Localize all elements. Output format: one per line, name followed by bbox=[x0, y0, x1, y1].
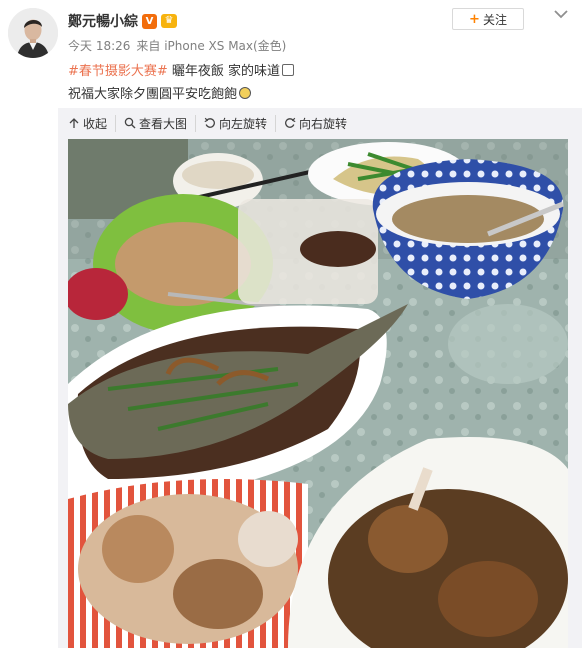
rotate-right-label: 向右旋转 bbox=[299, 116, 348, 131]
post-text-line-1: 曬年夜飯 家的味道 bbox=[167, 64, 281, 79]
post-body: #春节摄影大赛# 曬年夜飯 家的味道 祝福大家除夕團圓平安吃飽飽 bbox=[68, 60, 295, 106]
rotate-right-icon bbox=[285, 117, 296, 128]
post-photo[interactable] bbox=[68, 139, 568, 648]
post-text-line-2: 祝福大家除夕團圓平安吃飽飽 bbox=[68, 87, 238, 102]
emoji-icon bbox=[282, 64, 295, 76]
username[interactable]: 鄭元暢小綜 bbox=[68, 11, 138, 31]
rotate-left-icon bbox=[204, 117, 215, 128]
collapse-label: 收起 bbox=[83, 116, 108, 131]
rotate-left-label: 向左旋转 bbox=[219, 116, 268, 131]
avatar[interactable] bbox=[8, 8, 58, 58]
username-row: 鄭元暢小綜 V ♛ bbox=[68, 11, 177, 31]
post-source: 来自 iPhone XS Max(金色) bbox=[136, 39, 287, 53]
weibo-post: 鄭元暢小綜 V ♛ 今天 18:26 来自 iPhone XS Max(金色) … bbox=[0, 0, 582, 648]
view-large-label: 查看大图 bbox=[139, 116, 188, 131]
emoji-face-icon bbox=[239, 87, 252, 99]
follow-label: 关注 bbox=[482, 12, 507, 27]
image-toolbar: 收起 查看大图 向左旋转 向右旋转 bbox=[68, 114, 363, 132]
dinner-photo-image bbox=[68, 139, 568, 648]
post-time[interactable]: 今天 18:26 bbox=[68, 37, 130, 54]
hashtag-link[interactable]: #春节摄影大赛# bbox=[68, 64, 168, 79]
post-meta: 今天 18:26 来自 iPhone XS Max(金色) bbox=[68, 37, 286, 54]
member-crown-icon: ♛ bbox=[161, 14, 177, 28]
post-line-1: #春节摄影大赛# 曬年夜飯 家的味道 bbox=[68, 60, 295, 83]
vip-badge-icon: V bbox=[142, 13, 157, 29]
arrow-up-icon bbox=[69, 118, 79, 128]
view-large-button[interactable]: 查看大图 bbox=[124, 114, 197, 132]
rotate-left-button[interactable]: 向左旋转 bbox=[204, 114, 277, 132]
rotate-right-button[interactable]: 向右旋转 bbox=[284, 115, 355, 132]
post-line-2: 祝福大家除夕團圓平安吃飽飽 bbox=[68, 83, 294, 106]
plus-icon: + bbox=[469, 11, 480, 27]
magnifier-icon bbox=[124, 117, 136, 129]
collapse-button[interactable]: 收起 bbox=[68, 114, 117, 132]
follow-button[interactable]: + 关注 bbox=[452, 8, 524, 30]
chevron-down-icon[interactable] bbox=[552, 6, 570, 20]
avatar-image bbox=[8, 8, 58, 58]
